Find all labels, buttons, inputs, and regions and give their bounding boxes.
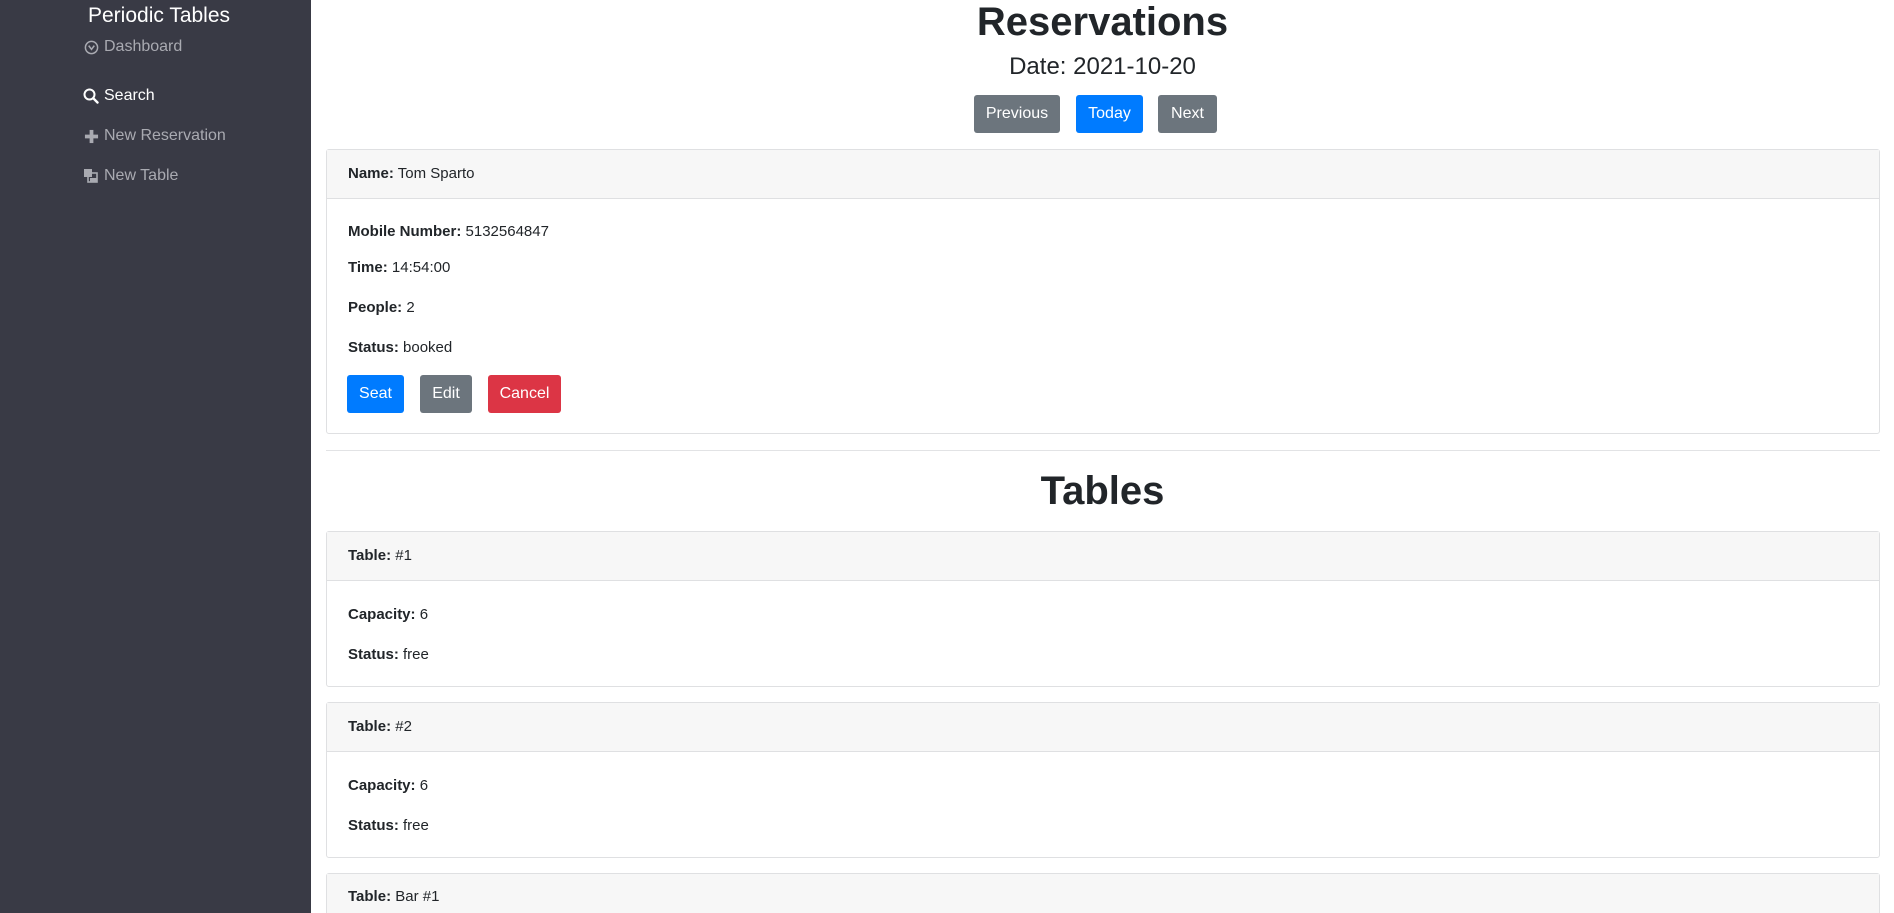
sidebar-item-new-reservation[interactable]: New Reservation <box>82 126 226 146</box>
main-content: Reservations Date: 2021-10-20 Previous T… <box>311 0 1894 913</box>
app-layout: Periodic Tables Dashboard Search New Res… <box>0 0 1894 913</box>
brand-title[interactable]: Periodic Tables <box>88 4 230 28</box>
sidebar-item-label: Search <box>104 87 155 104</box>
sidebar: Periodic Tables Dashboard Search New Res… <box>0 0 311 913</box>
sidebar-item-search[interactable]: Search <box>82 86 155 106</box>
table-label: Table: <box>348 718 392 735</box>
people-label: People: <box>348 299 403 316</box>
previous-button[interactable]: Previous <box>974 95 1060 133</box>
tables-heading: Tables <box>1040 469 1165 513</box>
sidebar-item-label: Dashboard <box>104 38 183 55</box>
table-label: Table: <box>348 888 392 905</box>
table-card: Table: #2 Capacity: 6 Status: free <box>326 702 1880 858</box>
reservation-name: Tom Sparto <box>397 165 475 182</box>
capacity-row: Capacity: 6 <box>348 777 428 795</box>
mobile-row: Mobile Number: 5132564847 <box>348 223 549 241</box>
section-divider <box>326 450 1880 451</box>
table-label: Table: <box>348 547 392 564</box>
status-label: Status: <box>348 817 399 834</box>
table-card-header: Table: #2 <box>327 703 1879 752</box>
sidebar-item-label: New Table <box>104 167 179 184</box>
name-label: Name: <box>348 165 394 182</box>
dashboard-icon <box>82 38 100 56</box>
mobile-value: 5132564847 <box>465 223 549 240</box>
status-row: Status: free <box>348 646 429 664</box>
table-value: #1 <box>395 547 412 564</box>
capacity-label: Capacity: <box>348 606 416 623</box>
table-card: Table: #1 Capacity: 6 Status: free <box>326 531 1880 687</box>
time-row: Time: 14:54:00 <box>348 259 450 277</box>
status-label: Status: <box>348 646 399 663</box>
people-row: People: 2 <box>348 299 415 317</box>
seat-button[interactable]: Seat <box>347 375 404 413</box>
status-value: free <box>403 817 429 834</box>
sidebar-item-label: New Reservation <box>104 127 226 144</box>
reservation-card: Name: Tom Sparto Mobile Number: 51325648… <box>326 149 1880 434</box>
edit-button[interactable]: Edit <box>420 375 472 413</box>
table-value: Bar #1 <box>395 888 440 905</box>
status-label: Status: <box>348 339 399 356</box>
sidebar-item-new-table[interactable]: New Table <box>82 166 178 186</box>
time-value: 14:54:00 <box>391 259 451 276</box>
sidebar-item-dashboard[interactable]: Dashboard <box>82 37 182 57</box>
status-row: Status: booked <box>348 339 452 357</box>
table-card-header: Table: Bar #1 <box>327 874 1879 913</box>
table-card-header: Table: #1 <box>327 532 1879 581</box>
next-button[interactable]: Next <box>1158 95 1217 133</box>
table-value: #2 <box>395 718 412 735</box>
layers-icon <box>82 167 100 185</box>
reservation-card-header: Name: Tom Sparto <box>327 150 1879 199</box>
table-card: Table: Bar #1 <box>326 873 1880 913</box>
people-value: 2 <box>406 299 415 316</box>
status-value: free <box>403 646 429 663</box>
date-heading: Date: 2021-10-20 <box>1009 53 1196 80</box>
capacity-value: 6 <box>419 777 429 794</box>
status-row: Status: free <box>348 817 429 835</box>
mobile-label: Mobile Number: <box>348 223 462 240</box>
cancel-button[interactable]: Cancel <box>488 375 561 413</box>
capacity-value: 6 <box>419 606 429 623</box>
search-icon <box>82 87 100 105</box>
today-button[interactable]: Today <box>1076 95 1143 133</box>
time-label: Time: <box>348 259 388 276</box>
reservations-heading: Reservations <box>976 0 1229 44</box>
plus-icon <box>82 127 100 145</box>
capacity-row: Capacity: 6 <box>348 606 428 624</box>
capacity-label: Capacity: <box>348 777 416 794</box>
status-value: booked <box>403 339 453 356</box>
